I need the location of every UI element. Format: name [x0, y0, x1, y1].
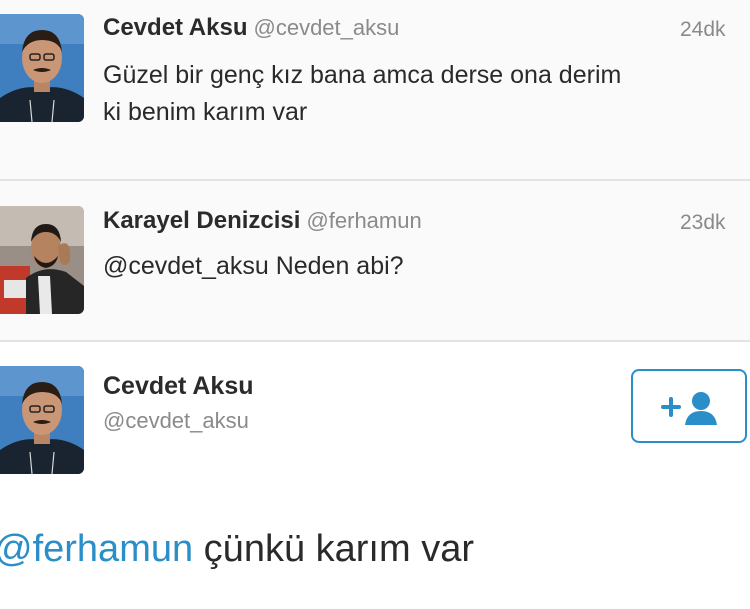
avatar[interactable] [0, 206, 84, 314]
user-handle[interactable]: @cevdet_aksu [254, 15, 400, 40]
display-name[interactable]: Karayel Denizcisi [103, 207, 300, 234]
tweet-body-text: çünkü karım var [193, 528, 474, 570]
avatar[interactable] [0, 14, 84, 122]
user-handle[interactable]: @cevdet_aksu [103, 408, 249, 434]
user-name[interactable]: Cevdet Aksu @cevdet_aksu [103, 14, 399, 42]
add-user-icon [661, 392, 717, 425]
user-name[interactable]: Karayel Denizcisi @ferhamun [103, 207, 422, 235]
tweet-item[interactable]: Karayel Denizcisi @ferhamun 23dk @cevdet_… [0, 181, 750, 340]
tweet-body: @ferhamun çünkü karım var [0, 528, 474, 571]
tweet-detail: Cevdet Aksu @cevdet_aksu @ferhamun çünkü… [0, 342, 750, 609]
tweet-text-line: @cevdet_aksu Neden abi? [103, 252, 404, 280]
tweet-text-line: Güzel bir genç kız bana amca derse ona d… [103, 61, 622, 89]
user-handle[interactable]: @ferhamun [306, 208, 421, 233]
avatar[interactable] [0, 366, 84, 474]
tweet-item[interactable]: Cevdet Aksu @cevdet_aksu 24dk Güzel bir g… [0, 0, 750, 180]
twitter-conversation: Cevdet Aksu @cevdet_aksu 24dk Güzel bir g… [0, 0, 750, 609]
tweet-text-line: ki benim karım var [103, 98, 308, 126]
follow-button[interactable] [631, 369, 747, 443]
timestamp: 24dk [680, 18, 726, 41]
display-name[interactable]: Cevdet Aksu [103, 14, 248, 41]
timestamp: 23dk [680, 211, 726, 234]
display-name[interactable]: Cevdet Aksu [103, 372, 254, 401]
mention-link[interactable]: @ferhamun [0, 528, 193, 570]
